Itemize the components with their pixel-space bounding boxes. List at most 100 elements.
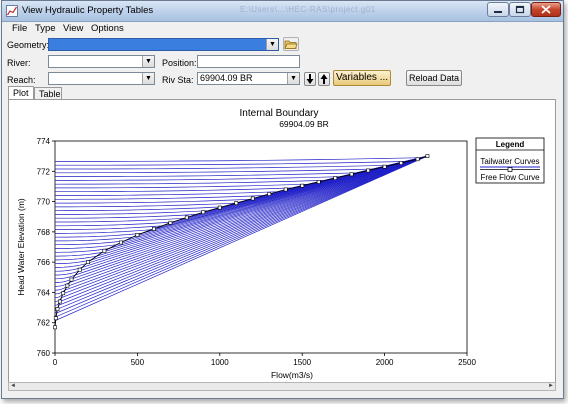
geometry-label: Geometry:: [7, 40, 50, 50]
free-flow-point: [349, 172, 354, 177]
rivsta-label: Riv Sta:: [162, 75, 194, 85]
y-tick-label: 760: [37, 349, 51, 358]
menu-options[interactable]: Options: [91, 23, 124, 34]
horizontal-scrollbar[interactable]: ◄ ►: [8, 382, 556, 391]
free-flow-point: [77, 267, 82, 272]
tailwater-curve: [55, 155, 428, 299]
menu-type[interactable]: Type: [35, 23, 56, 34]
tailwater-curve: [54, 155, 428, 325]
river-select[interactable]: ▼: [48, 55, 155, 68]
x-axis: 0 500 1000 1500 2000 2500: [53, 353, 476, 367]
free-flow-point: [61, 291, 66, 296]
reload-data-button[interactable]: Reload Data: [406, 70, 462, 86]
free-flow-point: [53, 325, 57, 330]
free-flow-point: [267, 192, 272, 196]
y-tick-label: 766: [37, 258, 51, 267]
close-button[interactable]: [531, 2, 561, 17]
plot-panel: Internal Boundary 69904.09 BR 760 762 764 7…: [8, 99, 556, 391]
window-title-path: E:\Users\...\HEC-RAS\project.g01: [240, 5, 376, 14]
chevron-down-icon: ▼: [287, 73, 299, 84]
chart: Internal Boundary 69904.09 BR 760 762 764 7…: [16, 108, 545, 380]
maximize-icon: [515, 5, 525, 14]
free-flow-point: [316, 180, 321, 184]
x-axis-label: Flow(m3/s): [271, 370, 313, 380]
free-flow-point: [234, 201, 239, 206]
station-up-button[interactable]: [318, 72, 330, 86]
tailwater-curve: [55, 155, 428, 306]
free-flow-point: [250, 196, 255, 201]
scroll-right-icon[interactable]: ►: [547, 383, 555, 390]
minimize-button[interactable]: [487, 2, 509, 17]
x-tick-label: 1000: [211, 358, 229, 367]
x-tick-label: 500: [131, 358, 145, 367]
legend-item-tailwater: Tailwater Curves: [480, 157, 539, 166]
x-tick-label: 2500: [458, 358, 476, 367]
title-bar: View Hydraulic Property Tables E:\Users\…: [2, 1, 563, 22]
free-flow-point: [168, 220, 173, 225]
free-flow-point: [415, 157, 420, 162]
window-title: View Hydraulic Property Tables: [22, 5, 154, 16]
y-tick-label: 774: [37, 137, 51, 146]
minimize-icon: [494, 11, 502, 13]
station-down-button[interactable]: [304, 72, 316, 86]
free-flow-point: [57, 299, 62, 304]
free-flow-point: [217, 205, 222, 210]
maximize-button[interactable]: [509, 2, 531, 17]
close-icon: [541, 5, 551, 14]
app-icon: [6, 5, 18, 17]
reach-label: Reach:: [7, 75, 36, 85]
free-flow-point: [135, 233, 140, 237]
position-field[interactable]: [197, 55, 300, 68]
chevron-down-icon: ▼: [142, 56, 154, 67]
free-flow-point: [119, 240, 123, 245]
arrow-down-icon: [306, 74, 314, 84]
free-flow-point: [184, 215, 189, 220]
tailwater-curve: [55, 155, 428, 227]
y-tick-label: 762: [37, 319, 51, 328]
geometry-select[interactable]: ▼: [48, 38, 279, 51]
chevron-down-icon: ▼: [266, 39, 278, 50]
y-axis-label: Head Water Elevation (m): [16, 198, 26, 296]
y-tick-label: 764: [37, 288, 51, 297]
rivsta-value: 69904.09 BR: [200, 73, 253, 83]
app-window: View Hydraulic Property Tables E:\Users\…: [1, 0, 564, 399]
free-flow-point: [399, 161, 404, 165]
legend: Legend Tailwater Curves Free Flow Curve: [475, 137, 545, 184]
menu-file[interactable]: File: [12, 23, 27, 34]
tab-plot[interactable]: Plot: [8, 86, 34, 100]
free-flow-point: [53, 316, 58, 321]
y-tick-label: 768: [37, 228, 51, 237]
chevron-down-icon: ▼: [142, 73, 154, 84]
arrow-up-icon: [320, 74, 328, 84]
tailwater-curve: [55, 155, 428, 162]
curves-layer: [53, 154, 430, 330]
variables-button[interactable]: Variables ...: [333, 70, 391, 86]
y-tick-label: 770: [37, 198, 51, 207]
legend-item-freeflow: Free Flow Curve: [480, 173, 540, 182]
chart-title: Internal Boundary: [240, 108, 319, 119]
x-tick-label: 1500: [293, 358, 311, 367]
free-flow-point: [102, 248, 107, 253]
free-flow-curve: [54, 155, 428, 328]
chart-subtitle: 69904.09 BR: [279, 119, 329, 129]
free-flow-point: [382, 164, 387, 169]
free-flow-point: [333, 176, 338, 181]
reach-select[interactable]: ▼: [48, 72, 155, 85]
free-flow-point: [86, 260, 90, 265]
x-tick-label: 0: [53, 358, 58, 367]
menu-view[interactable]: View: [63, 23, 83, 34]
free-flow-point: [366, 168, 371, 173]
free-flow-point: [152, 226, 156, 231]
free-flow-point: [201, 210, 206, 215]
y-tick-label: 772: [37, 167, 51, 176]
tab-table[interactable]: Table: [34, 87, 62, 99]
free-flow-point: [69, 277, 74, 282]
open-folder-icon: [284, 40, 298, 49]
scroll-left-icon[interactable]: ◄: [9, 383, 17, 390]
rivsta-select[interactable]: 69904.09 BR ▼: [197, 72, 300, 85]
free-flow-point: [425, 154, 430, 159]
river-label: River:: [7, 58, 31, 68]
open-geometry-button[interactable]: [283, 37, 299, 51]
free-flow-point: [300, 183, 305, 188]
position-label: Position:: [162, 58, 197, 68]
